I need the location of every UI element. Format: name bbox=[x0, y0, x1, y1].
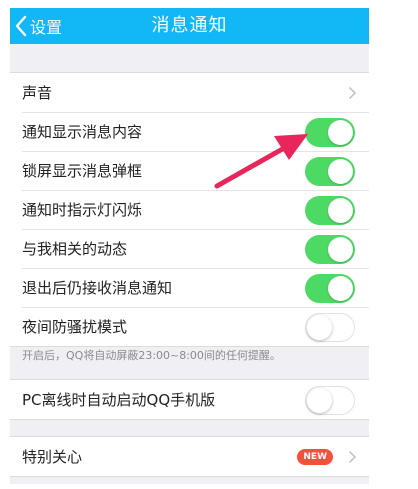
lockscreen-popup-toggle[interactable] bbox=[305, 156, 355, 186]
page-title: 消息通知 bbox=[151, 15, 228, 36]
row-special-care[interactable]: 特别关心 NEW bbox=[10, 437, 369, 476]
phone-screen: 设置 消息通知 声音 通知显示消息内容 锁屏显示消息弹框 通知时指示灯闪烁 与我… bbox=[10, 8, 369, 484]
row-label: 锁屏显示消息弹框 bbox=[22, 162, 143, 180]
indicator-light-toggle[interactable] bbox=[305, 195, 355, 225]
settings-group-pc: PC离线时自动启动QQ手机版 bbox=[10, 379, 369, 420]
toggle-knob bbox=[307, 387, 332, 413]
toggle-knob bbox=[328, 236, 353, 262]
toggle-knob bbox=[328, 197, 353, 223]
row-pc-offline-autostart: PC离线时自动启动QQ手机版 bbox=[10, 380, 369, 419]
night-mode-hint: 开启后，QQ将自动屏蔽23:00~8:00间的任何提醒。 bbox=[22, 349, 281, 362]
pc-offline-autostart-toggle[interactable] bbox=[305, 385, 355, 415]
settings-group-notifications: 声音 通知显示消息内容 锁屏显示消息弹框 通知时指示灯闪烁 与我相关的动态 退出… bbox=[10, 72, 369, 347]
navigation-bar: 设置 消息通知 bbox=[10, 8, 369, 44]
row-label: 与我相关的动态 bbox=[22, 240, 128, 258]
receive-after-exit-toggle[interactable] bbox=[305, 273, 355, 303]
row-sound[interactable]: 声音 bbox=[10, 73, 369, 112]
night-mode-toggle[interactable] bbox=[305, 312, 355, 342]
row-label: 通知显示消息内容 bbox=[22, 123, 143, 141]
chevron-right-icon bbox=[348, 86, 357, 99]
row-show-message-content: 通知显示消息内容 bbox=[10, 112, 369, 151]
row-night-mode: 夜间防骚扰模式 bbox=[10, 307, 369, 346]
row-label: 夜间防骚扰模式 bbox=[22, 318, 128, 336]
new-badge: NEW bbox=[297, 448, 333, 465]
row-label: 退出后仍接收消息通知 bbox=[22, 279, 173, 297]
row-label: 声音 bbox=[22, 84, 53, 102]
row-lockscreen-popup: 锁屏显示消息弹框 bbox=[10, 151, 369, 190]
toggle-knob bbox=[307, 314, 332, 340]
row-label: PC离线时自动启动QQ手机版 bbox=[22, 391, 216, 409]
row-indicator-light: 通知时指示灯闪烁 bbox=[10, 190, 369, 229]
show-message-content-toggle[interactable] bbox=[305, 117, 355, 147]
toggle-knob bbox=[328, 158, 353, 184]
row-receive-after-exit: 退出后仍接收消息通知 bbox=[10, 268, 369, 307]
row-label: 通知时指示灯闪烁 bbox=[22, 201, 143, 219]
chevron-right-icon bbox=[348, 450, 357, 463]
row-related-activity: 与我相关的动态 bbox=[10, 229, 369, 268]
related-activity-toggle[interactable] bbox=[305, 234, 355, 264]
settings-group-special: 特别关心 NEW bbox=[10, 436, 369, 477]
row-label: 特别关心 bbox=[22, 448, 83, 466]
toggle-knob bbox=[328, 275, 353, 301]
toggle-knob bbox=[328, 119, 353, 145]
